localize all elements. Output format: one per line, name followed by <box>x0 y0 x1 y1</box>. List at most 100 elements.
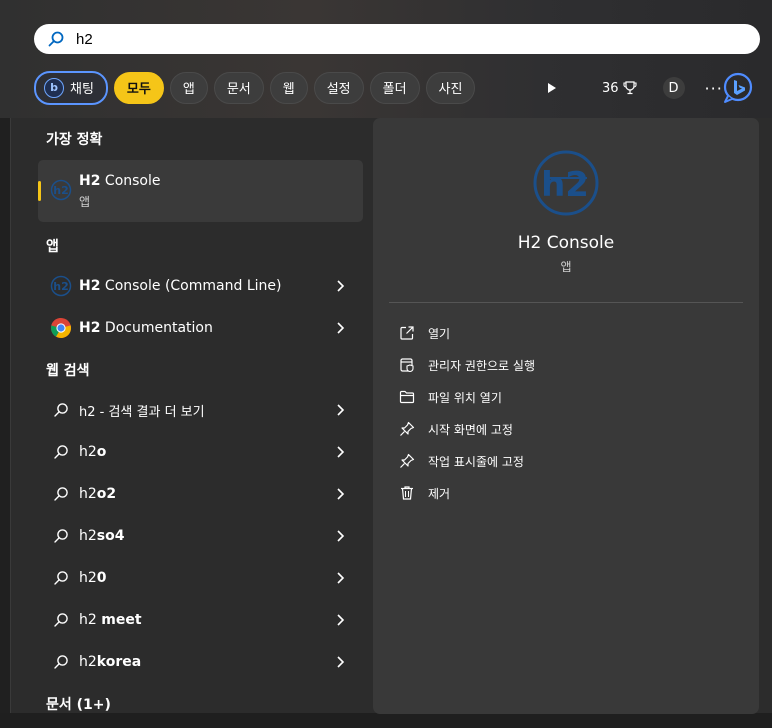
h2-app-icon: h2 <box>50 179 72 201</box>
play-icon <box>548 83 556 93</box>
web-result-plain: h2 <box>79 570 97 586</box>
web-result[interactable]: h2korea <box>38 643 363 681</box>
chevron-right-icon[interactable] <box>335 279 345 293</box>
action-pin-to-start[interactable]: 시작 화면에 고정 <box>399 418 513 440</box>
chip-chat-label: 채팅 <box>70 82 94 97</box>
chip-documents[interactable]: 문서 <box>213 71 264 104</box>
action-open[interactable]: 열기 <box>399 322 450 344</box>
avatar-letter: D <box>668 80 679 96</box>
web-result[interactable]: h2so4 <box>38 517 363 555</box>
web-result-label: h2 meet <box>79 612 142 628</box>
web-result-bold: 0 <box>96 570 107 586</box>
action-run-as-admin[interactable]: 관리자 권한으로 실행 <box>399 354 535 376</box>
documents-heading: 문서 (1+) <box>46 697 111 713</box>
app-result-rest: Documentation <box>100 320 213 336</box>
chrome-icon <box>50 318 72 339</box>
best-match-item[interactable]: h2 H2 Console 앱 <box>38 160 363 222</box>
open-external-icon <box>400 326 414 340</box>
app-result-label: H2 Console (Command Line) <box>79 278 281 294</box>
action-pin-to-taskbar-label: 작업 표시줄에 고정 <box>428 454 524 469</box>
web-result[interactable]: h2 meet <box>38 601 363 639</box>
action-open-file-location[interactable]: 파일 위치 열기 <box>399 386 502 408</box>
apps-heading: 앱 <box>46 239 59 255</box>
web-result-plain: h2 <box>79 486 97 502</box>
web-result[interactable]: h20 <box>38 559 363 597</box>
app-result-bold: H2 <box>79 320 101 336</box>
web-result-label: h2o <box>79 444 106 460</box>
web-result-label: h2korea <box>79 654 141 670</box>
toolbar-right: 36 D ··· <box>540 72 723 104</box>
best-match-heading: 가장 정확 <box>46 132 103 148</box>
web-result-bold: korea <box>96 654 142 670</box>
detail-divider <box>389 302 743 303</box>
chevron-right-icon[interactable] <box>335 571 345 585</box>
svg-text:h2: h2 <box>53 280 69 293</box>
search-box[interactable] <box>34 24 760 54</box>
chip-web[interactable]: 웹 <box>269 71 308 104</box>
search-icon <box>54 487 68 501</box>
web-result-label: h2 - 검색 결과 더 보기 <box>79 401 205 420</box>
run-as-admin-icon <box>400 358 414 373</box>
web-result-plain: h2 <box>79 528 97 544</box>
chevron-right-icon[interactable] <box>335 613 345 627</box>
search-input[interactable] <box>76 30 676 48</box>
more-options-button[interactable]: ··· <box>705 79 723 98</box>
chip-photos[interactable]: 사진 <box>425 71 476 104</box>
web-result[interactable]: h2o2 <box>38 475 363 513</box>
chip-chat[interactable]: b 채팅 <box>34 70 108 105</box>
app-result-h2-console-cli[interactable]: h2 H2 Console (Command Line) <box>38 267 363 305</box>
action-pin-to-start-label: 시작 화면에 고정 <box>428 422 513 437</box>
best-match-name: H2 Console <box>79 173 161 189</box>
action-open-label: 열기 <box>428 326 451 341</box>
action-uninstall-label: 제거 <box>428 486 451 501</box>
web-result-bold: meet <box>101 612 142 628</box>
web-result-bold: o2 <box>96 486 117 502</box>
app-result-bold: H2 <box>79 278 101 294</box>
detail-title: H2 Console <box>517 233 615 253</box>
action-open-file-location-label: 파일 위치 열기 <box>428 390 502 405</box>
filter-chips: b 채팅 모두 앱 문서 웹 설정 폴더 사진 <box>34 70 476 105</box>
rewards-points[interactable]: 36 <box>602 81 637 96</box>
chip-settings[interactable]: 설정 <box>313 71 364 104</box>
chip-apps[interactable]: 앱 <box>169 71 208 104</box>
action-uninstall[interactable]: 제거 <box>399 482 450 504</box>
chevron-right-icon[interactable] <box>335 403 345 417</box>
chip-all[interactable]: 모두 <box>113 71 164 104</box>
chevron-right-icon[interactable] <box>335 529 345 543</box>
search-icon <box>54 445 68 459</box>
svg-text:h2: h2 <box>53 184 69 197</box>
chevron-right-icon[interactable] <box>335 321 345 335</box>
chip-folders[interactable]: 폴더 <box>369 71 420 104</box>
h2-app-icon: h2 <box>50 275 72 297</box>
h2-logo-icon: h2 <box>533 150 599 216</box>
action-pin-to-taskbar[interactable]: 작업 표시줄에 고정 <box>399 450 524 472</box>
app-result-h2-documentation[interactable]: H2 Documentation <box>38 309 363 347</box>
selection-indicator <box>38 181 41 201</box>
web-result-plain: h2 <box>79 654 97 670</box>
chevron-right-icon[interactable] <box>335 445 345 459</box>
web-result[interactable]: h2o <box>38 433 363 471</box>
chip-photos-label: 사진 <box>438 82 463 97</box>
folder-icon <box>399 390 415 404</box>
search-icon <box>54 655 68 669</box>
more-filters-button[interactable] <box>540 76 564 100</box>
web-result-label: h2so4 <box>79 528 124 544</box>
points-value: 36 <box>602 80 619 96</box>
svg-text:h2: h2 <box>541 165 589 205</box>
best-match-name-rest: Console <box>100 173 161 189</box>
search-icon <box>54 403 68 417</box>
pin-icon <box>400 453 415 468</box>
more-icon: ··· <box>704 78 723 98</box>
chevron-right-icon[interactable] <box>335 487 345 501</box>
web-result-plain: h2 - 검색 결과 더 보기 <box>79 404 205 420</box>
web-result-bold: o <box>96 444 107 460</box>
web-result-label: h20 <box>79 570 107 586</box>
chevron-right-icon[interactable] <box>335 655 345 669</box>
bing-logo-icon[interactable] <box>722 72 754 104</box>
account-avatar[interactable]: D <box>662 77 685 99</box>
trash-icon <box>401 486 413 500</box>
web-result-plain: h2 <box>79 612 102 628</box>
trophy-icon <box>622 81 637 95</box>
web-result[interactable]: h2 - 검색 결과 더 보기 <box>38 391 363 429</box>
action-run-as-admin-label: 관리자 권한으로 실행 <box>428 358 535 373</box>
